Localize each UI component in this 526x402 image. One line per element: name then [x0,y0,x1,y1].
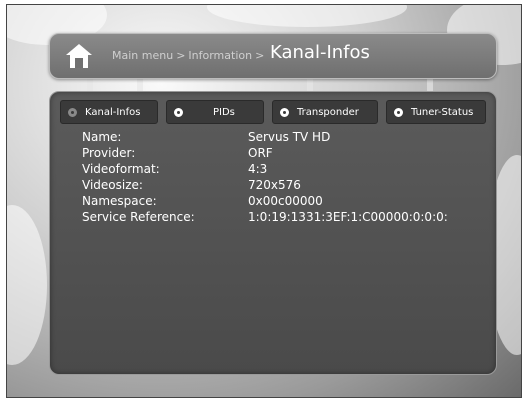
home-icon[interactable] [64,42,94,70]
breadcrumb-information[interactable]: Information [188,49,252,62]
info-value: Servus TV HD [248,130,331,144]
info-label: Videoformat: [82,162,160,176]
water-splash-decoration [7,205,47,365]
info-value: 0x00c00000 [248,194,323,208]
breadcrumb-separator: > [255,49,265,62]
radio-dot-icon [280,107,289,117]
info-value: 1:0:19:1331:3EF:1:C00000:0:0:0: [248,210,448,224]
radio-dot-icon [174,107,183,117]
info-label: Provider: [82,146,136,160]
tab-transponder[interactable]: Transponder [272,100,378,124]
tab-label: PIDs [213,106,235,118]
title-bar: Main menu > Information > Kanal-Infos [49,33,497,79]
water-splash-decoration [207,5,407,27]
radio-dot-icon [394,107,403,117]
info-value: ORF [248,146,273,160]
radio-dot-icon [68,107,77,117]
info-label: Namespace: [82,194,157,208]
breadcrumb-separator: > [176,49,186,62]
tab-kanal-infos[interactable]: Kanal-Infos [60,100,158,124]
info-label: Videosize: [82,178,143,192]
info-value: 4:3 [248,162,268,176]
page-title: Kanal-Infos [270,42,370,63]
tab-label: Kanal-Infos [85,106,141,118]
tab-tuner-status[interactable]: Tuner-Status [386,100,486,124]
info-label: Name: [82,130,122,144]
info-label: Service Reference: [82,210,195,224]
breadcrumb: Main menu > Information > [112,49,267,62]
tab-label: Transponder [297,106,359,118]
info-value: 720x576 [248,178,301,192]
tab-label: Tuner-Status [411,106,474,118]
tv-screen: Main menu > Information > Kanal-Infos Kanal… [6,4,522,398]
content-panel: Kanal-Infos PIDs Transponder Tuner-Statu… [49,91,497,375]
tab-pids[interactable]: PIDs [166,100,264,124]
breadcrumb-main-menu[interactable]: Main menu [112,49,173,62]
